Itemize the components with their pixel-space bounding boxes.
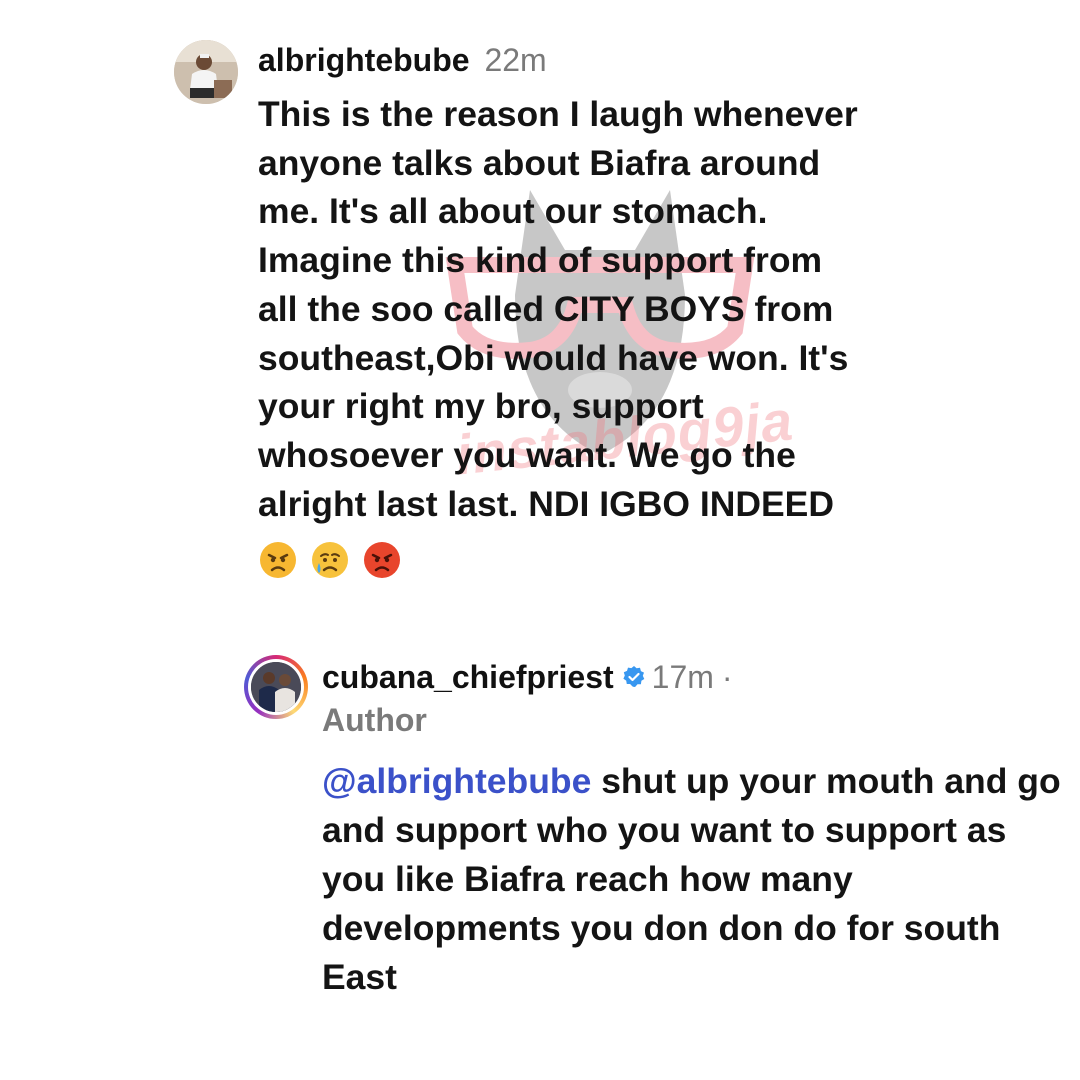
avatar-photo [174, 40, 238, 104]
username[interactable]: cubana_chiefpriest [322, 655, 614, 699]
reply-body: cubana_chiefpriest 17m · Author @albrigh… [322, 655, 1064, 1002]
avatar [251, 662, 301, 712]
comment-text: This is the reason I laugh whenever anyo… [258, 94, 858, 524]
emoji-row [258, 540, 1054, 580]
timestamp: 22m [484, 42, 547, 78]
author-label: Author [322, 702, 427, 738]
separator-dot: · [721, 659, 733, 695]
username[interactable]: albrightebube [258, 42, 470, 78]
avatar[interactable] [174, 40, 238, 104]
pouting-face-icon [364, 542, 400, 579]
story-ring[interactable] [244, 655, 308, 719]
timestamp: 17m [651, 659, 714, 695]
comments-screen: instablog9ja albrightebube 22m This is t… [0, 0, 1080, 1080]
angry-face-icon [260, 542, 296, 579]
mention-link[interactable]: @albrightebube [322, 761, 591, 801]
comment-meta: albrightebube 22m [258, 38, 1054, 82]
reply-text: @albrightebube shut up your mouth and go… [322, 757, 1064, 1002]
reply-meta: cubana_chiefpriest 17m · [322, 655, 1064, 699]
avatar-photo [251, 662, 301, 712]
crying-face-icon [312, 542, 348, 579]
comment-body: albrightebube 22m This is the reason I l… [258, 38, 1054, 580]
verified-badge-icon [623, 666, 644, 687]
